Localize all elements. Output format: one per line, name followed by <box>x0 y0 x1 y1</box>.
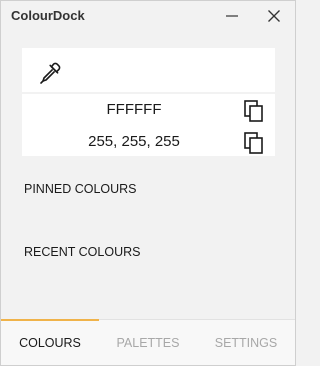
eyedropper-button[interactable] <box>37 60 63 86</box>
eyedropper-icon <box>40 62 61 84</box>
pinned-colours-heading: PINNED COLOURS <box>24 182 137 196</box>
minimize-button[interactable] <box>217 3 247 29</box>
app-window: ColourDock FFFFFF 255, 255, 255 PINNED C… <box>0 0 296 366</box>
close-button[interactable] <box>259 3 289 29</box>
hex-row: FFFFFF <box>22 96 275 126</box>
copy-hex-button[interactable] <box>241 98 267 124</box>
bottom-nav: COLOURS PALETTES SETTINGS <box>1 319 295 365</box>
card-divider <box>22 92 275 94</box>
minimize-icon <box>226 15 238 17</box>
colour-preview <box>22 48 275 92</box>
copy-icon <box>244 132 263 154</box>
tab-settings[interactable]: SETTINGS <box>197 320 295 366</box>
recent-colours-heading: RECENT COLOURS <box>24 245 141 259</box>
rgb-row: 255, 255, 255 <box>22 128 275 158</box>
colour-picker-card: FFFFFF 255, 255, 255 <box>22 48 275 156</box>
app-title: ColourDock <box>11 8 85 23</box>
copy-rgb-button[interactable] <box>241 130 267 156</box>
title-bar[interactable]: ColourDock <box>1 1 295 33</box>
tab-palettes[interactable]: PALETTES <box>99 320 197 366</box>
copy-icon <box>244 100 263 122</box>
hex-value[interactable]: FFFFFF <box>22 101 246 118</box>
close-icon <box>268 10 280 22</box>
rgb-value[interactable]: 255, 255, 255 <box>22 133 246 150</box>
tab-colours[interactable]: COLOURS <box>1 320 99 366</box>
